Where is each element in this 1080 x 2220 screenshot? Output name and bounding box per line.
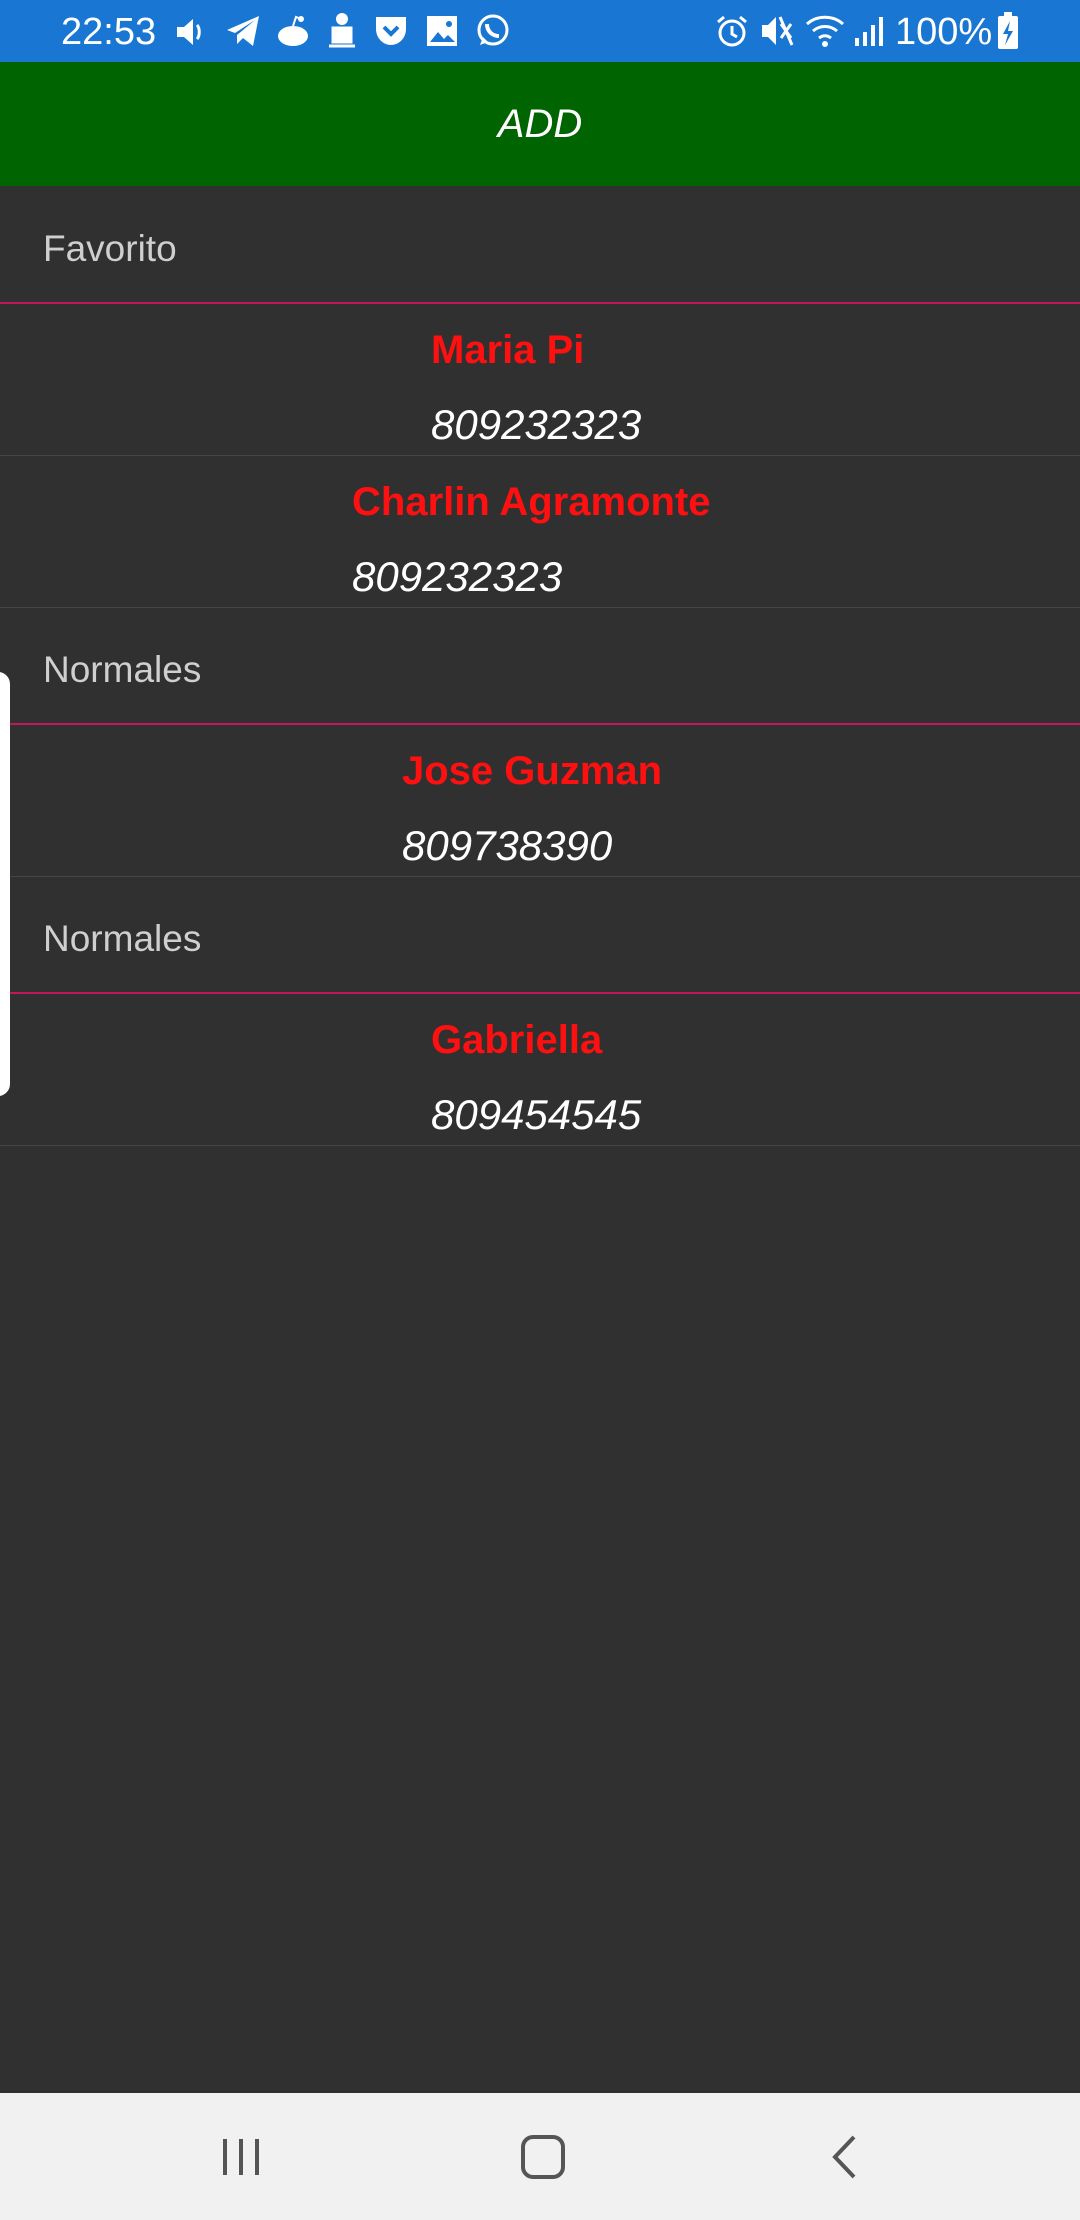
gallery-icon <box>427 16 457 46</box>
whatsapp-icon <box>477 14 509 46</box>
contact-row[interactable]: Maria Pi 809232323 <box>0 304 1080 456</box>
contact-row[interactable]: Jose Guzman 809738390 <box>0 725 1080 877</box>
mute-icon <box>762 16 794 46</box>
pocket-icon <box>376 17 406 45</box>
add-button-label: ADD <box>497 101 583 146</box>
add-button[interactable]: ADD <box>0 62 1080 186</box>
contact-row[interactable]: Charlin Agramonte 809232323 <box>0 456 1080 608</box>
group-header-normales: Normales <box>0 877 1080 994</box>
contact-name: Maria Pi <box>431 328 585 372</box>
recent-apps-button[interactable] <box>161 2093 321 2220</box>
back-button[interactable] <box>765 2093 925 2220</box>
recent-apps-icon <box>223 2138 259 2175</box>
contact-list[interactable]: Favorito Maria Pi 809232323 Charlin Agra… <box>0 187 1080 1146</box>
group-title: Normales <box>43 649 202 690</box>
home-button[interactable] <box>463 2093 623 2220</box>
telegram-icon <box>227 16 259 46</box>
group-title: Normales <box>43 918 202 959</box>
signal-icon <box>855 17 883 46</box>
back-icon <box>832 2135 856 2178</box>
battery-icon <box>998 12 1018 49</box>
wifi-icon <box>805 15 845 47</box>
volume-icon <box>177 19 201 45</box>
contact-name: Jose Guzman <box>402 749 663 793</box>
contact-name: Gabriella <box>431 1018 603 1062</box>
group-header-favorito: Favorito <box>0 187 1080 304</box>
contact-name: Charlin Agramonte <box>352 480 711 524</box>
home-icon <box>521 2134 565 2179</box>
group-header-normales: Normales <box>0 608 1080 725</box>
contact-phone: 809738390 <box>402 822 613 869</box>
contact-phone: 809454545 <box>431 1091 642 1138</box>
group-title: Favorito <box>43 228 177 269</box>
android-icon <box>329 13 355 48</box>
reddit-icon <box>278 15 308 46</box>
status-bar: 22:53 100% <box>0 0 1080 62</box>
navigation-bar <box>0 2093 1080 2220</box>
contact-phone: 809232323 <box>352 553 563 600</box>
contact-row[interactable]: Gabriella 809454545 <box>0 994 1080 1146</box>
battery-percentage: 100% <box>895 11 993 53</box>
contact-phone: 809232323 <box>431 401 642 448</box>
status-time: 22:53 <box>61 11 157 53</box>
edge-panel-handle[interactable] <box>0 672 10 1096</box>
alarm-icon <box>717 15 747 47</box>
